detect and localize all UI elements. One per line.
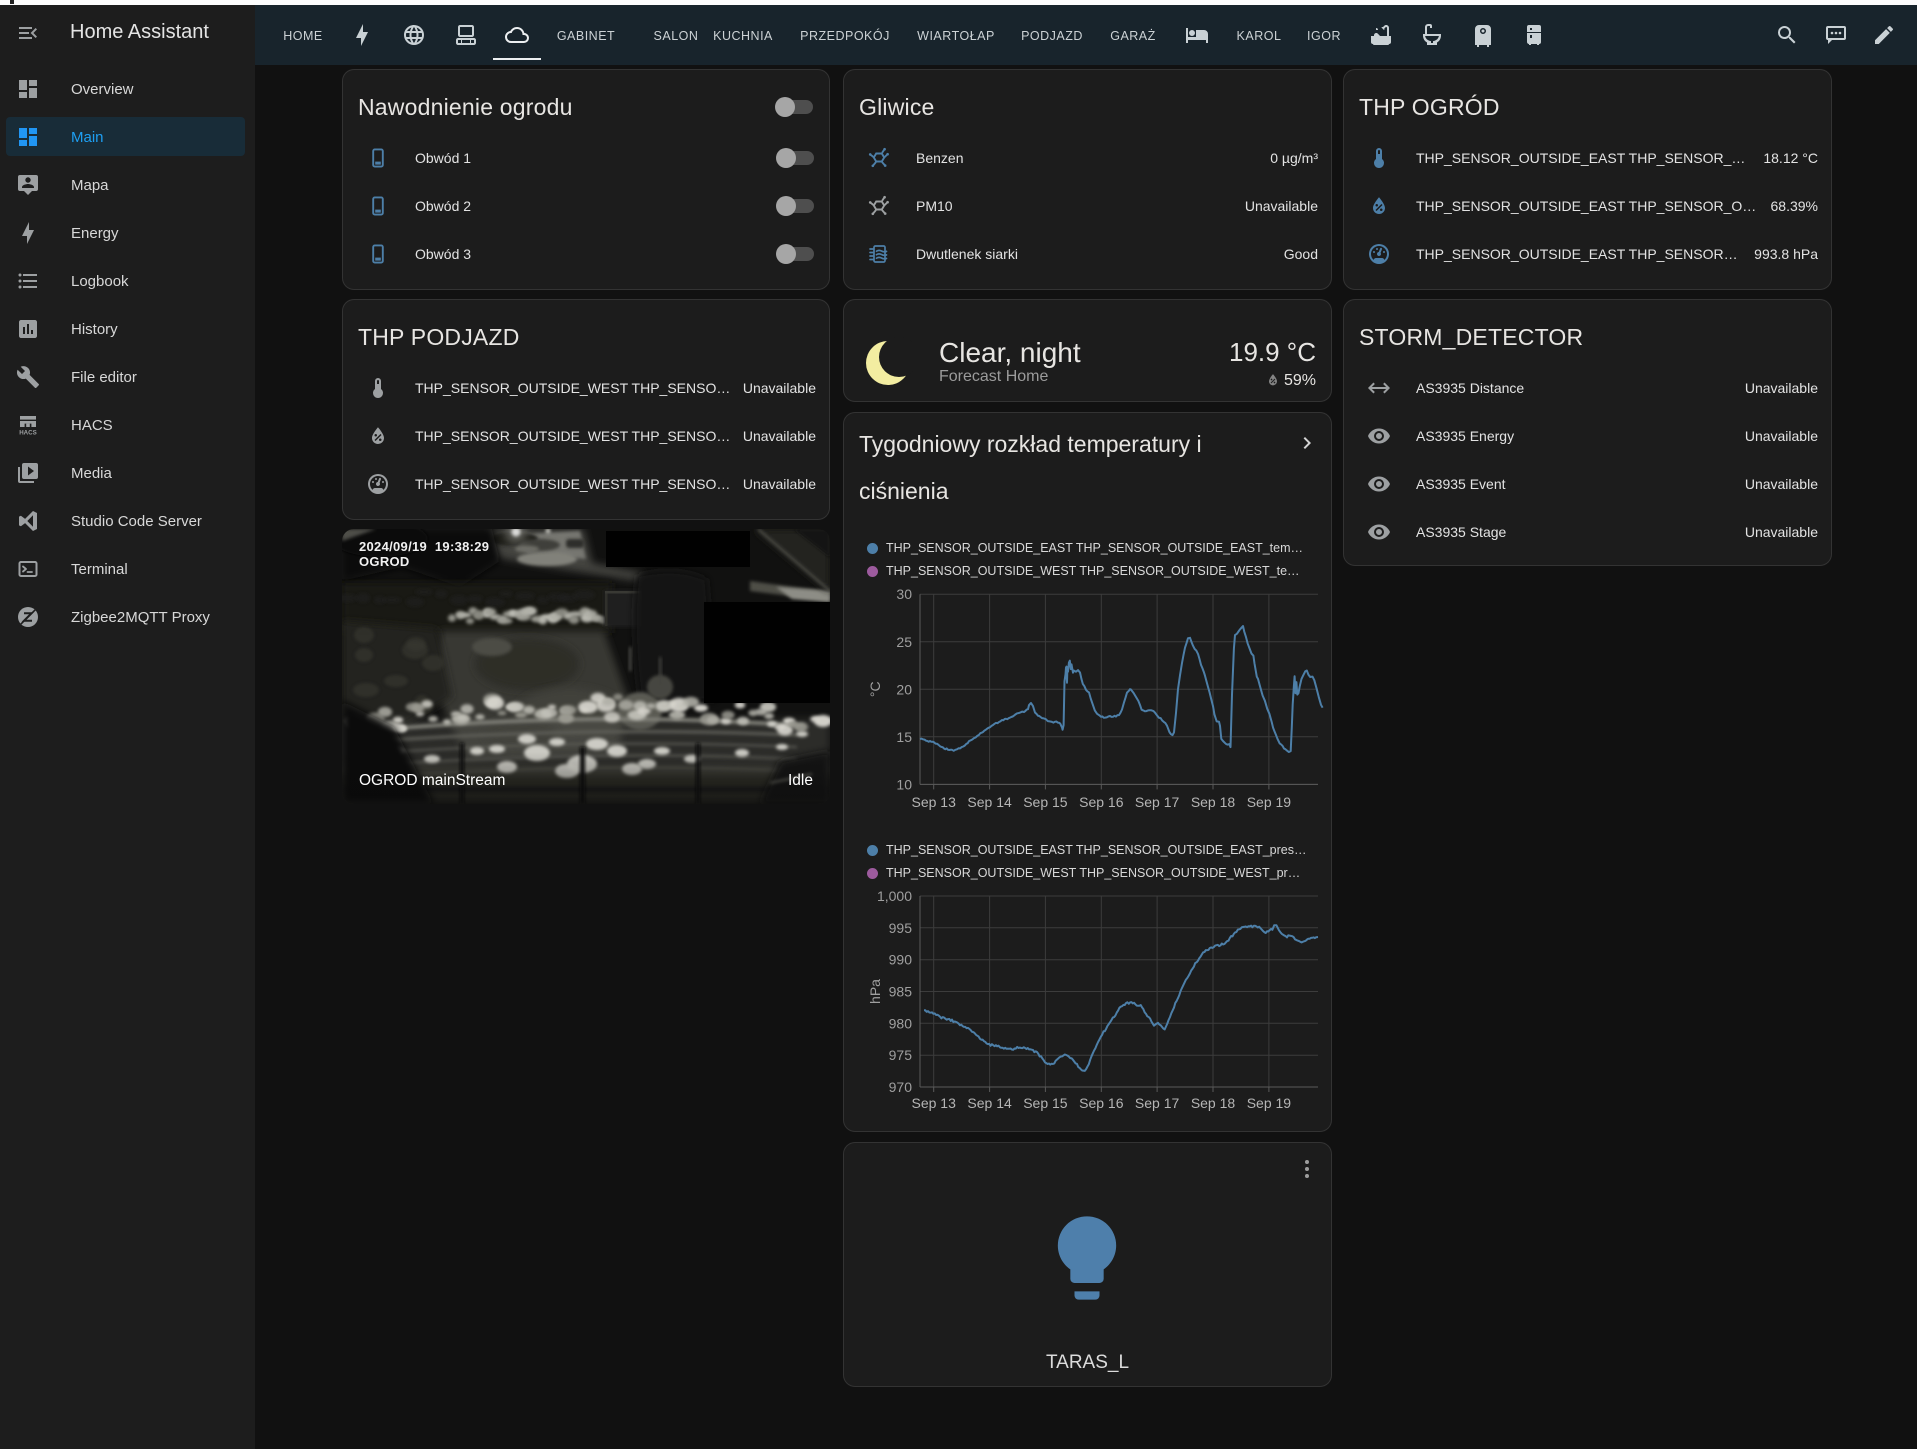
svg-text:Sep 15: Sep 15 bbox=[1023, 1095, 1068, 1111]
svg-text:Sep 16: Sep 16 bbox=[1079, 1095, 1124, 1111]
svg-text:HACS: HACS bbox=[19, 430, 37, 437]
svg-text:Sep 17: Sep 17 bbox=[1135, 1095, 1180, 1111]
svg-text:1,000: 1,000 bbox=[877, 888, 912, 904]
svg-text:985: 985 bbox=[889, 984, 913, 1000]
svg-text:Sep 18: Sep 18 bbox=[1191, 794, 1236, 810]
svg-text:10: 10 bbox=[896, 776, 912, 792]
svg-text:Sep 15: Sep 15 bbox=[1023, 794, 1068, 810]
svg-text:15: 15 bbox=[896, 729, 912, 745]
svg-text:Sep 13: Sep 13 bbox=[912, 1095, 957, 1111]
svg-text:20: 20 bbox=[896, 681, 912, 697]
svg-text:Sep 14: Sep 14 bbox=[967, 794, 1012, 810]
svg-text:970: 970 bbox=[889, 1079, 913, 1095]
svg-text:995: 995 bbox=[889, 920, 913, 936]
svg-text:Sep 14: Sep 14 bbox=[967, 1095, 1012, 1111]
svg-text:30: 30 bbox=[896, 586, 912, 602]
svg-text:Sep 19: Sep 19 bbox=[1247, 1095, 1292, 1111]
svg-text:975: 975 bbox=[889, 1047, 913, 1063]
svg-text:Sep 16: Sep 16 bbox=[1079, 794, 1124, 810]
svg-text:25: 25 bbox=[896, 634, 912, 650]
svg-text:hPa: hPa bbox=[867, 979, 883, 1004]
svg-text:Sep 18: Sep 18 bbox=[1191, 1095, 1236, 1111]
svg-text:Sep 17: Sep 17 bbox=[1135, 794, 1180, 810]
svg-text:°C: °C bbox=[867, 681, 883, 697]
svg-text:Sep 13: Sep 13 bbox=[912, 794, 957, 810]
svg-text:980: 980 bbox=[889, 1015, 913, 1031]
svg-text:990: 990 bbox=[889, 952, 913, 968]
svg-text:Sep 19: Sep 19 bbox=[1247, 794, 1292, 810]
